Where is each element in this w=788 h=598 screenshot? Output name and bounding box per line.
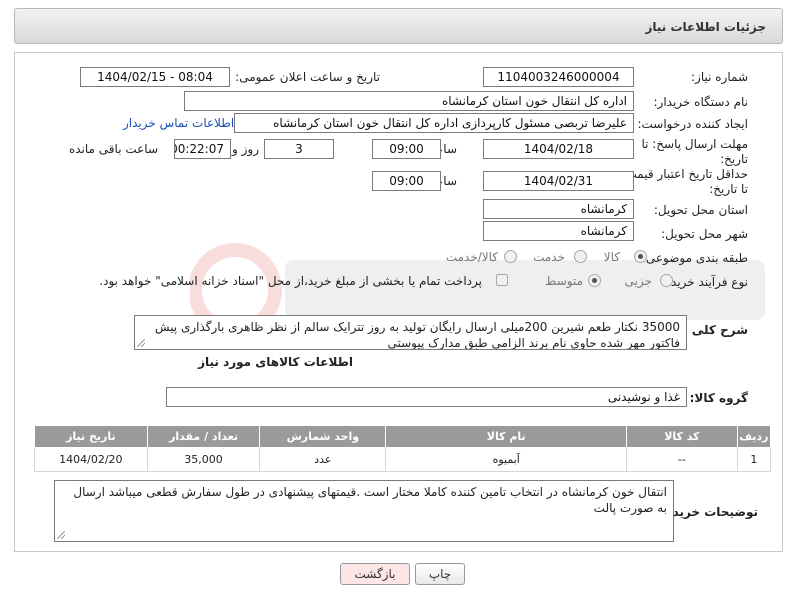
process-option-medium: متوسط xyxy=(545,274,583,288)
remaining-label: ساعت باقی مانده xyxy=(68,142,158,156)
category-option-service: خدمت xyxy=(533,250,565,264)
treasury-payment-text: پرداخت تمام یا بخشی از مبلغ خرید،از محل … xyxy=(99,274,482,288)
goods-section-title: اطلاعات کالاهای مورد نیاز xyxy=(198,355,353,369)
city-field[interactable]: کرمانشاه xyxy=(483,221,634,241)
deadline-time-field[interactable]: 09:00 xyxy=(372,139,441,159)
days-label: روز و xyxy=(232,142,259,156)
process-option-minor: جزیی xyxy=(624,274,652,288)
treasury-payment-checkbox[interactable] xyxy=(496,274,508,286)
buyer-notes-textarea[interactable]: انتقال خون کرمانشاه در انتخاب تامین کنند… xyxy=(54,480,674,542)
validity-time-field[interactable]: 09:00 xyxy=(372,171,441,191)
cell-unit: عدد xyxy=(259,447,387,472)
days-field[interactable]: 3 xyxy=(264,139,334,159)
col-name: نام کالا xyxy=(385,425,628,448)
announce-field[interactable]: 1404/02/15 - 08:04 xyxy=(80,67,230,87)
items-table-wrapper: ردیف کد کالا نام کالا واحد شمارش تعداد /… xyxy=(34,425,772,472)
remaining-time-field[interactable]: 00:22:07 xyxy=(174,139,231,159)
resize-grip-icon[interactable] xyxy=(137,339,145,347)
validity-label-date: تا تاریخ: xyxy=(709,182,748,196)
print-button[interactable]: چاپ xyxy=(415,563,465,585)
cell-date: 1404/02/20 xyxy=(34,447,148,472)
province-label: استان محل تحویل: xyxy=(653,203,748,217)
buyer-org-label: نام دستگاه خریدار: xyxy=(653,95,749,109)
need-number-label: شماره نیاز: xyxy=(691,70,748,84)
province-field[interactable]: کرمانشاه xyxy=(483,199,634,219)
city-label: شهر محل تحویل: xyxy=(661,227,748,241)
page-header: جزئیات اطلاعات نیاز xyxy=(14,8,783,44)
goods-group-field[interactable]: غذا و نوشیدنی xyxy=(166,387,687,407)
category-option-goods: کالا xyxy=(603,250,620,264)
process-label: نوع فرآیند خرید : xyxy=(663,275,748,289)
category-radio-both[interactable] xyxy=(504,250,517,263)
category-radio-goods[interactable] xyxy=(634,250,647,263)
category-option-both: کالا/خدمت xyxy=(445,250,498,264)
items-table-header: ردیف کد کالا نام کالا واحد شمارش تعداد /… xyxy=(34,425,772,448)
deadline-label-date: تاریخ: xyxy=(720,152,748,166)
page-title: جزئیات اطلاعات نیاز xyxy=(645,20,766,34)
col-unit: واحد شمارش xyxy=(259,425,387,448)
cell-quantity: 35,000 xyxy=(146,447,261,472)
need-number-field[interactable]: 1104003246000004 xyxy=(483,67,634,87)
col-row: ردیف xyxy=(736,425,772,448)
requester-field[interactable]: علیرضا تربصی مسئول کارپردازی اداره کل ان… xyxy=(234,113,634,133)
cell-code: -- xyxy=(626,447,738,472)
table-row[interactable]: 1 -- آبمیوه عدد 35,000 1404/02/20 xyxy=(34,447,772,472)
resize-grip-icon[interactable] xyxy=(57,531,65,539)
col-date: تاریخ نیاز xyxy=(34,425,148,448)
requester-label: ایجاد کننده درخواست: xyxy=(637,117,748,131)
process-radio-medium[interactable] xyxy=(588,274,601,287)
buyer-org-field[interactable]: اداره کل انتقال خون استان کرمانشاه xyxy=(184,91,634,111)
process-radio-minor[interactable] xyxy=(660,274,673,287)
validity-label: حداقل تاریخ اعتبار قیمت: xyxy=(621,167,748,181)
buyer-notes-text: انتقال خون کرمانشاه در انتخاب تامین کنند… xyxy=(73,485,667,515)
goods-group-label: گروه کالا: xyxy=(689,391,748,405)
deadline-label: مهلت ارسال پاسخ: تا xyxy=(641,137,748,151)
items-table: ردیف کد کالا نام کالا واحد شمارش تعداد /… xyxy=(34,425,772,472)
contact-buyer-link[interactable]: اطلاعات تماس خریدار xyxy=(123,116,234,130)
validity-date-field[interactable]: 1404/02/31 xyxy=(483,171,634,191)
col-quantity: تعداد / مقدار xyxy=(146,425,261,448)
announce-label: تاریخ و ساعت اعلان عمومی: xyxy=(235,70,380,84)
deadline-date-field[interactable]: 1404/02/18 xyxy=(483,139,634,159)
description-textarea[interactable]: 35000 نکتار طعم شیرین 200میلی ارسال رایگ… xyxy=(134,315,687,350)
col-code: کد کالا xyxy=(626,425,738,448)
description-text: 35000 نکتار طعم شیرین 200میلی ارسال رایگ… xyxy=(154,320,680,350)
category-label: طبقه بندی موضوعی: xyxy=(641,251,748,265)
category-radio-service[interactable] xyxy=(574,250,587,263)
cell-row: 1 xyxy=(736,447,772,472)
back-button[interactable]: بازگشت xyxy=(340,563,410,585)
cell-name: آبمیوه xyxy=(385,447,628,472)
